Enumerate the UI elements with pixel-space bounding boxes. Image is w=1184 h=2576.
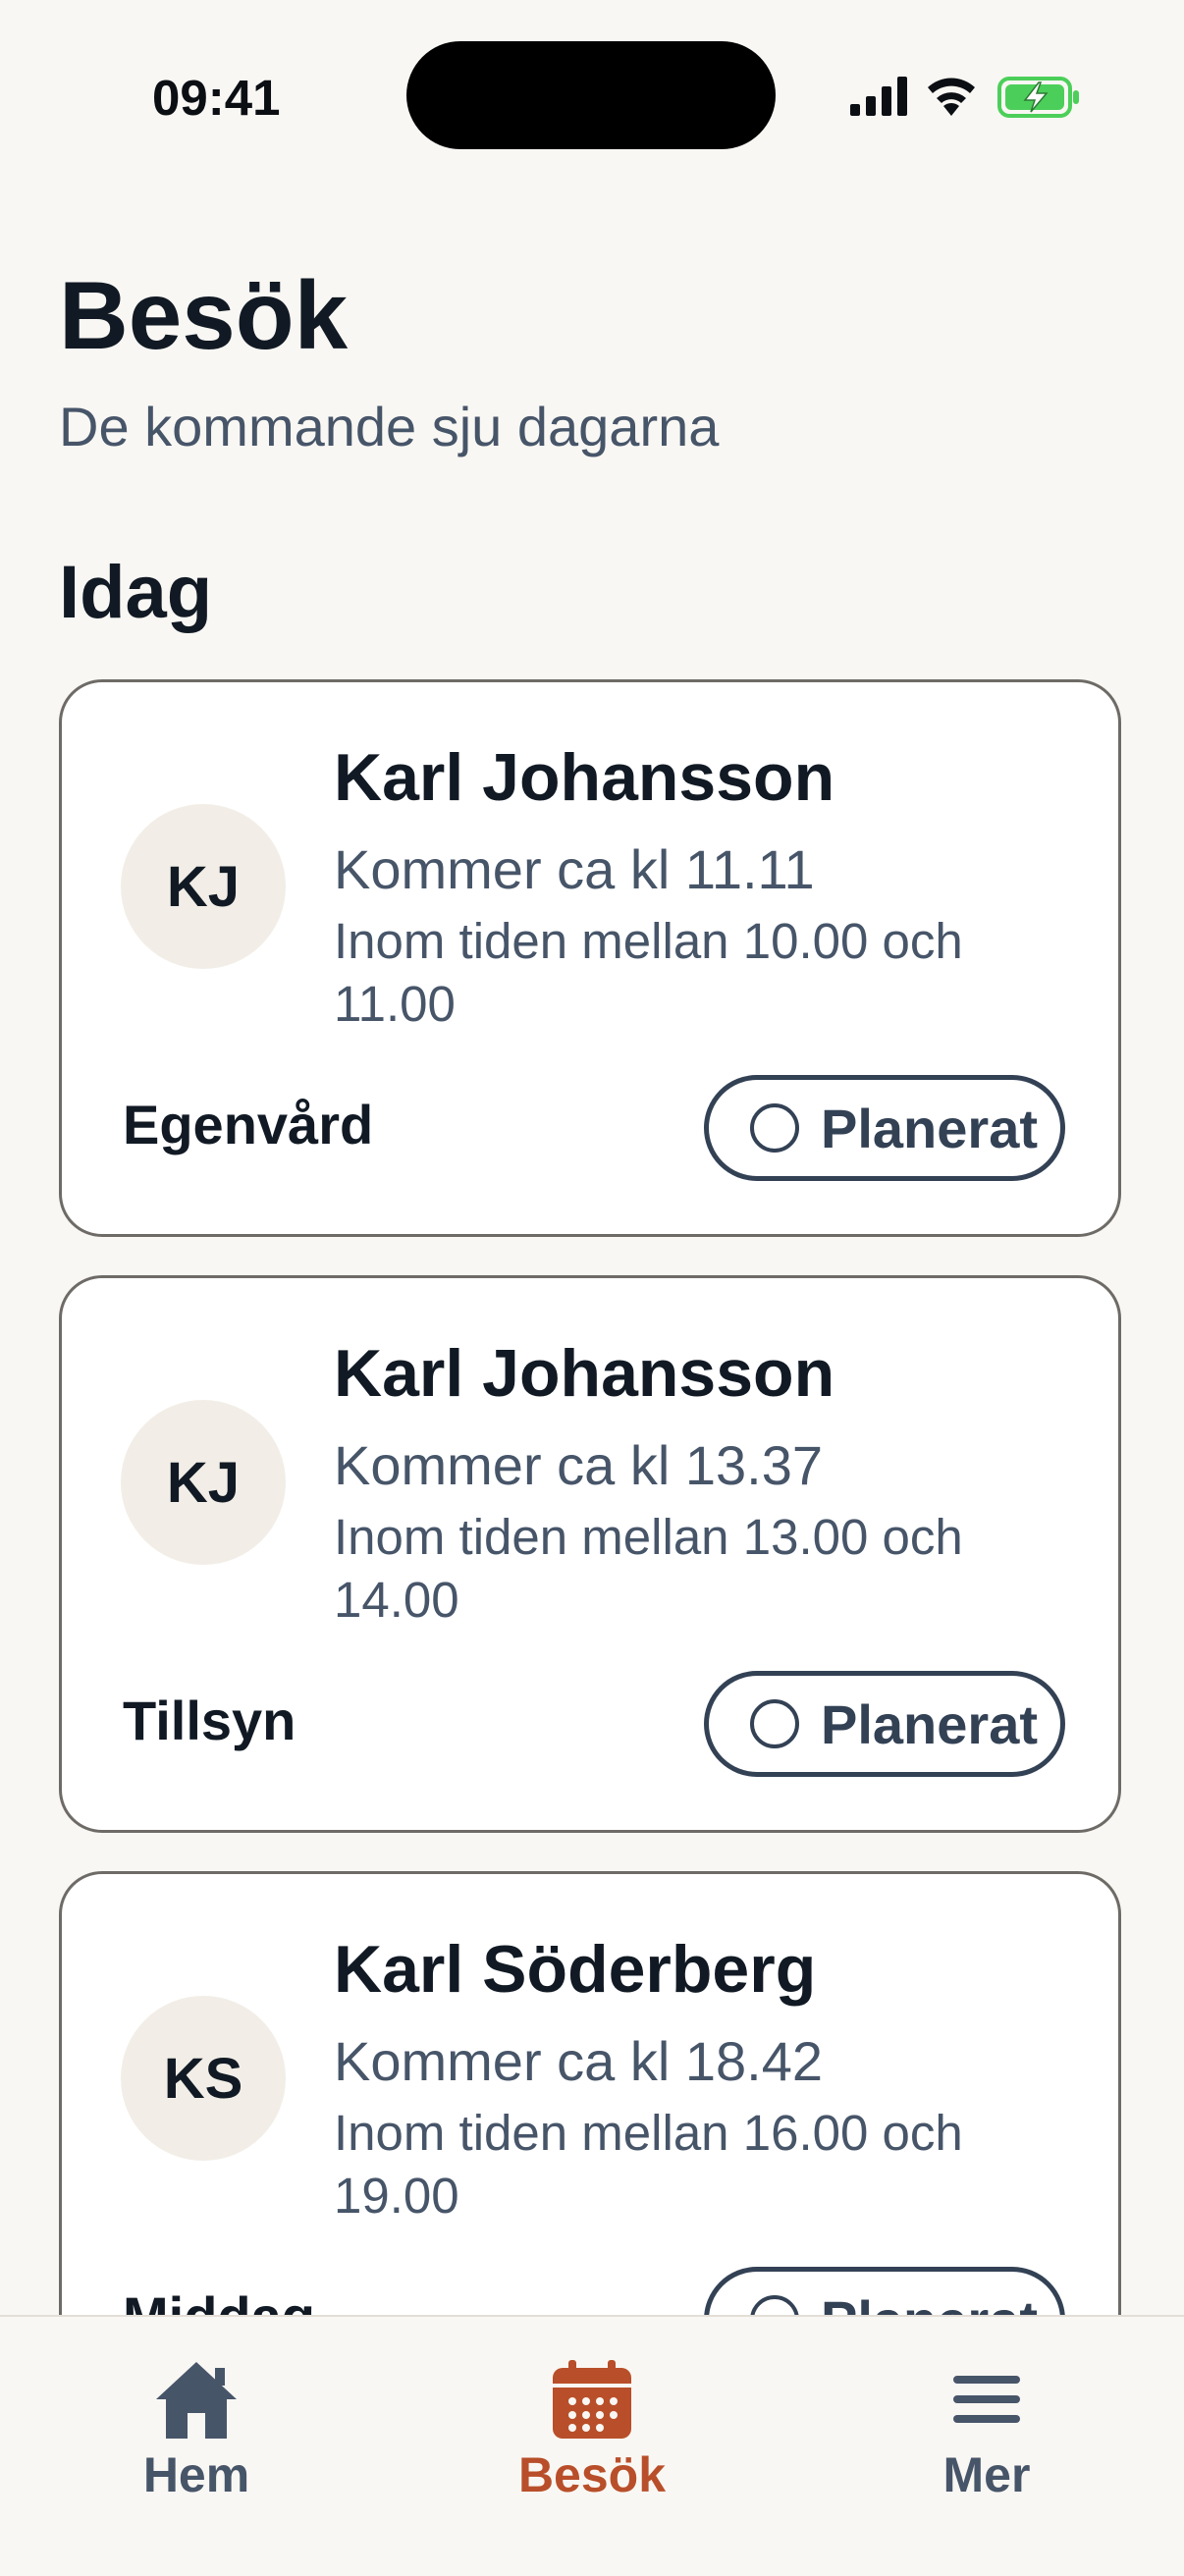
tab-label: Besök [517, 2447, 667, 2502]
avatar: KS [121, 1996, 286, 2161]
status-label: Planerat [821, 1097, 1038, 1159]
tab-more[interactable]: Mer [879, 2358, 1095, 2503]
visit-time-window: Inom tiden mellan 16.00 och 19.00 [334, 2105, 963, 2224]
tab-bar: Hem Besök Mer [0, 2315, 1184, 2576]
visit-time-window: Inom tiden mellan 13.00 och 14.00 [334, 1509, 963, 1628]
page-subtitle: De kommande sju dagarna [59, 396, 720, 457]
tab-label: Mer [942, 2447, 1031, 2502]
visit-type: Tillsyn [123, 1690, 296, 1751]
circle-icon [750, 1103, 799, 1153]
visit-time-window: Inom tiden mellan 10.00 och 11.00 [334, 913, 963, 1032]
visit-card[interactable]: KJ Karl Johansson Kommer ca kl 11.11 Ino… [59, 679, 1121, 1237]
visit-card[interactable]: KJ Karl Johansson Kommer ca kl 13.37 Ino… [59, 1275, 1121, 1833]
battery-charging-icon [997, 77, 1079, 118]
visitor-name: Karl Söderberg [334, 1932, 817, 2007]
visit-type: Middag [123, 2284, 315, 2315]
visit-type: Egenvård [123, 1094, 374, 1155]
avatar: KJ [121, 1400, 286, 1565]
section-title-today: Idag [59, 551, 213, 634]
visit-eta: Kommer ca kl 13.37 [334, 1434, 823, 1496]
tab-label: Hem [142, 2447, 250, 2502]
circle-icon [750, 2295, 799, 2315]
cellular-signal-icon [850, 77, 907, 116]
status-time: 09:41 [152, 70, 281, 126]
visitor-name: Karl Johansson [334, 740, 835, 815]
status-badge[interactable]: Planerat [704, 2267, 1065, 2315]
wifi-icon [928, 78, 975, 116]
calendar-icon [553, 2360, 631, 2439]
visit-eta: Kommer ca kl 18.42 [334, 2030, 823, 2092]
visitor-name: Karl Johansson [334, 1336, 835, 1411]
tab-visits[interactable]: Besök [484, 2358, 700, 2503]
status-badge[interactable]: Planerat [704, 1075, 1065, 1181]
circle-icon [750, 1699, 799, 1748]
home-icon [156, 2362, 237, 2439]
status-bar: 09:41 [0, 0, 1184, 187]
main-content: Besök De kommande sju dagarna Idag KJ Ka… [0, 0, 1184, 2315]
status-badge[interactable]: Planerat [704, 1671, 1065, 1777]
status-label: Planerat [821, 1692, 1038, 1755]
visit-card[interactable]: KS Karl Söderberg Kommer ca kl 18.42 Ino… [59, 1871, 1121, 2315]
visit-eta: Kommer ca kl 11.11 [334, 838, 815, 900]
tab-home[interactable]: Hem [88, 2358, 304, 2503]
dynamic-island [406, 41, 776, 149]
avatar: KJ [121, 804, 286, 969]
status-label: Planerat [821, 2288, 1038, 2316]
page-title: Besök [59, 261, 349, 369]
menu-icon [953, 2376, 1020, 2423]
